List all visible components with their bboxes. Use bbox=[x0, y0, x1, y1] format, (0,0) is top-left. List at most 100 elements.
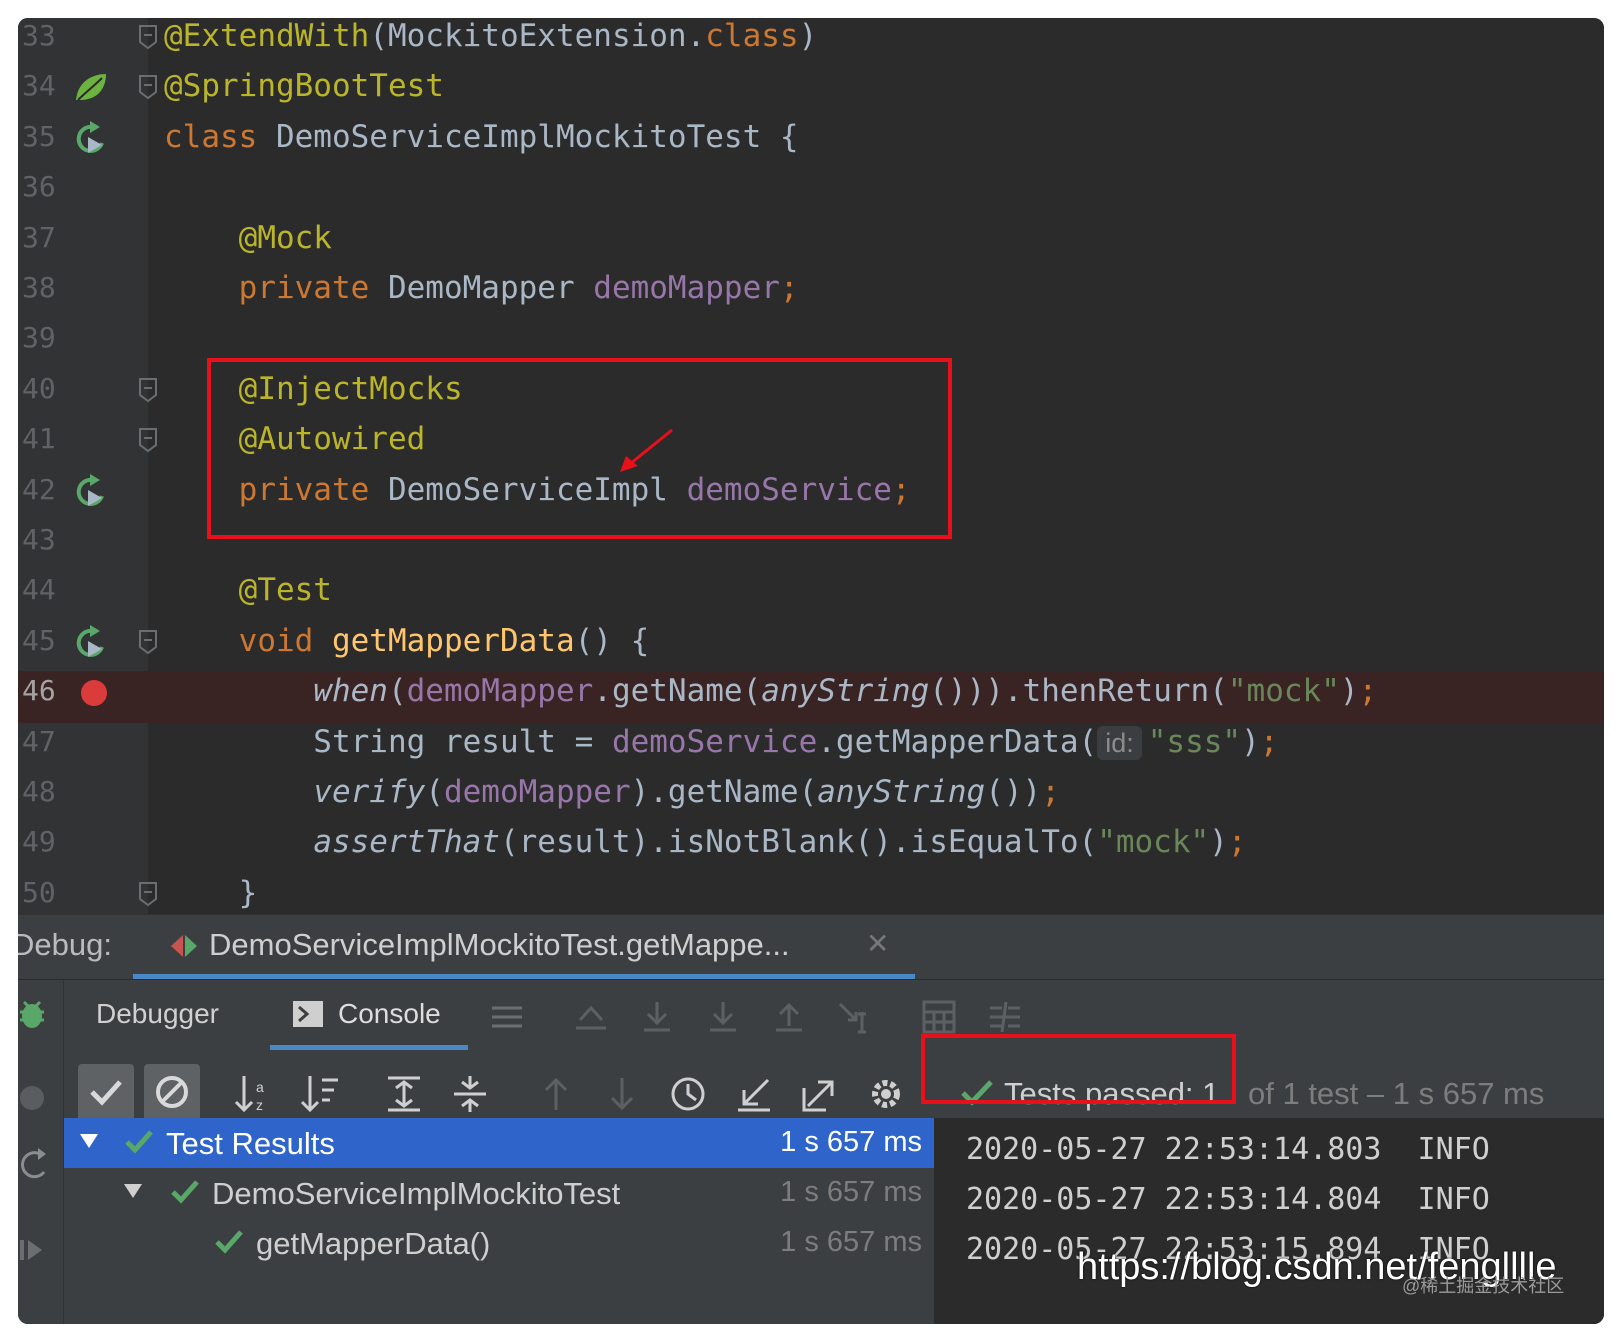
code-editor[interactable]: 33 @ExtendWith(MockitoExtension.class) 34 @… bbox=[18, 18, 1604, 948]
fold-marker-icon[interactable] bbox=[138, 427, 158, 453]
breakpoint-icon[interactable] bbox=[72, 675, 112, 711]
svg-text:z: z bbox=[256, 1097, 263, 1113]
fold-marker-icon[interactable] bbox=[138, 629, 158, 655]
code-line[interactable]: 36 bbox=[18, 167, 1604, 219]
code-line[interactable]: 48 verify(demoMapper).getName(anyString(… bbox=[18, 772, 1604, 824]
code-token: @Mock bbox=[238, 220, 332, 256]
code-line[interactable]: 33 @ExtendWith(MockitoExtension.class) bbox=[18, 18, 1604, 68]
debug-side-toolbar bbox=[18, 980, 64, 1324]
parameter-hint: id: bbox=[1097, 726, 1142, 760]
fold-marker-icon[interactable] bbox=[138, 74, 158, 100]
code-token: void bbox=[238, 623, 332, 659]
code-line[interactable]: 39 bbox=[18, 318, 1604, 370]
code-line[interactable]: 44 @Test bbox=[18, 570, 1604, 622]
next-failed-icon[interactable] bbox=[600, 1072, 644, 1116]
code-line[interactable]: 40 @InjectMocks bbox=[18, 369, 1604, 421]
fold-marker-icon[interactable] bbox=[138, 377, 158, 403]
line-number: 47 bbox=[22, 725, 56, 758]
code-line[interactable]: 41 @Autowired bbox=[18, 419, 1604, 471]
previous-failed-icon[interactable] bbox=[534, 1072, 578, 1116]
run-test-icon[interactable] bbox=[72, 625, 112, 661]
evaluate-expression-icon[interactable] bbox=[920, 998, 958, 1036]
close-icon[interactable]: ✕ bbox=[866, 927, 889, 960]
import-tests-icon[interactable] bbox=[732, 1072, 776, 1116]
line-number: 37 bbox=[22, 221, 56, 254]
sort-alphabetically-icon[interactable]: az bbox=[232, 1072, 276, 1116]
code-text: @InjectMocks bbox=[164, 369, 463, 421]
code-token: demoMapper bbox=[593, 270, 780, 306]
code-line[interactable]: 46 when(demoMapper.getName(anyString()))… bbox=[18, 671, 1604, 723]
fold-marker-icon[interactable] bbox=[138, 24, 158, 50]
step-into-icon[interactable] bbox=[704, 998, 742, 1036]
tree-row-test-method[interactable]: getMapperData() 1 s 657 ms bbox=[64, 1218, 934, 1268]
tab-underline bbox=[133, 974, 915, 979]
chevron-down-icon[interactable] bbox=[78, 1130, 100, 1152]
code-token: demoMapper bbox=[406, 673, 594, 709]
step-icon[interactable] bbox=[18, 1230, 58, 1270]
spring-leaf-icon[interactable] bbox=[72, 70, 112, 106]
tab-debugger[interactable]: Debugger bbox=[96, 998, 219, 1030]
tree-item-duration: 1 s 657 ms bbox=[780, 1126, 922, 1158]
debug-session-tab[interactable]: DemoServiceImplMockitoTest.getMappe... ✕ bbox=[133, 915, 915, 979]
console-tab-label: Console bbox=[338, 998, 441, 1029]
code-token: String result = bbox=[164, 724, 612, 760]
expand-all-icon[interactable] bbox=[382, 1072, 426, 1116]
code-token: when bbox=[313, 673, 388, 709]
line-number: 43 bbox=[22, 523, 56, 556]
code-token: DemoServiceImplMockitoTest { bbox=[275, 119, 799, 155]
trace-icon[interactable] bbox=[986, 998, 1024, 1036]
rerun-icon[interactable] bbox=[18, 1146, 58, 1186]
code-line[interactable]: 49 assertThat(result).isNotBlank().isEqu… bbox=[18, 822, 1604, 874]
line-number: 38 bbox=[22, 271, 56, 304]
code-line[interactable]: 34 @SpringBootTest bbox=[18, 66, 1604, 118]
code-token: class bbox=[164, 119, 276, 155]
code-line[interactable]: 42 private DemoServiceImpl demoService; bbox=[18, 470, 1604, 522]
code-token: ; bbox=[891, 472, 911, 508]
code-token: ( bbox=[387, 673, 407, 709]
code-token: demoMapper bbox=[443, 774, 631, 810]
show-execution-point-icon[interactable] bbox=[572, 998, 610, 1036]
step-over-icon[interactable] bbox=[638, 998, 676, 1036]
code-token: ) bbox=[798, 18, 818, 54]
tree-item-label: Test Results bbox=[166, 1126, 335, 1161]
fold-marker-icon[interactable] bbox=[138, 881, 158, 907]
sort-by-duration-icon[interactable] bbox=[298, 1072, 342, 1116]
run-test-icon[interactable] bbox=[72, 121, 112, 157]
tree-row-test-class[interactable]: DemoServiceImplMockitoTest 1 s 657 ms bbox=[64, 1168, 934, 1218]
code-line[interactable]: 45 void getMapperData() { bbox=[18, 621, 1604, 673]
code-token: ) bbox=[1209, 824, 1228, 860]
code-line[interactable]: 37 @Mock bbox=[18, 218, 1604, 270]
step-out-icon[interactable] bbox=[770, 998, 808, 1036]
code-token: ) bbox=[1241, 724, 1260, 760]
line-number: 44 bbox=[22, 573, 56, 606]
chevron-down-icon[interactable] bbox=[122, 1180, 144, 1202]
code-line[interactable]: 38 private DemoMapper demoMapper; bbox=[18, 268, 1604, 320]
code-token: (result).isNotBlank().isEqualTo( bbox=[499, 824, 1098, 860]
show-passed-button[interactable] bbox=[78, 1064, 134, 1122]
resume-icon[interactable] bbox=[18, 1078, 58, 1118]
run-to-cursor-icon[interactable] bbox=[836, 998, 874, 1036]
bug-icon[interactable] bbox=[18, 994, 58, 1034]
code-token: ()) bbox=[985, 774, 1042, 810]
test-history-icon[interactable] bbox=[666, 1072, 710, 1116]
tree-row-test-results[interactable]: Test Results 1 s 657 ms bbox=[64, 1118, 934, 1168]
code-line[interactable]: 47 String result = demoService.getMapper… bbox=[18, 722, 1604, 774]
collapse-all-icon[interactable] bbox=[448, 1072, 492, 1116]
show-ignored-button[interactable] bbox=[144, 1064, 200, 1122]
gear-icon[interactable] bbox=[864, 1072, 908, 1116]
code-token: getMapperData bbox=[331, 623, 575, 659]
code-line[interactable]: 35 class DemoServiceImplMockitoTest { bbox=[18, 117, 1604, 169]
code-line[interactable]: 43 bbox=[18, 520, 1604, 572]
tab-console[interactable]: Console bbox=[270, 980, 468, 1050]
code-token: .getName( bbox=[593, 673, 762, 709]
run-test-icon[interactable] bbox=[72, 474, 112, 510]
tree-item-label: DemoServiceImplMockitoTest bbox=[212, 1176, 621, 1211]
watermark-secondary: @稀土掘金技术社区 bbox=[1402, 1276, 1565, 1296]
menu-lines-icon[interactable] bbox=[488, 998, 526, 1036]
export-tests-icon[interactable] bbox=[798, 1072, 842, 1116]
